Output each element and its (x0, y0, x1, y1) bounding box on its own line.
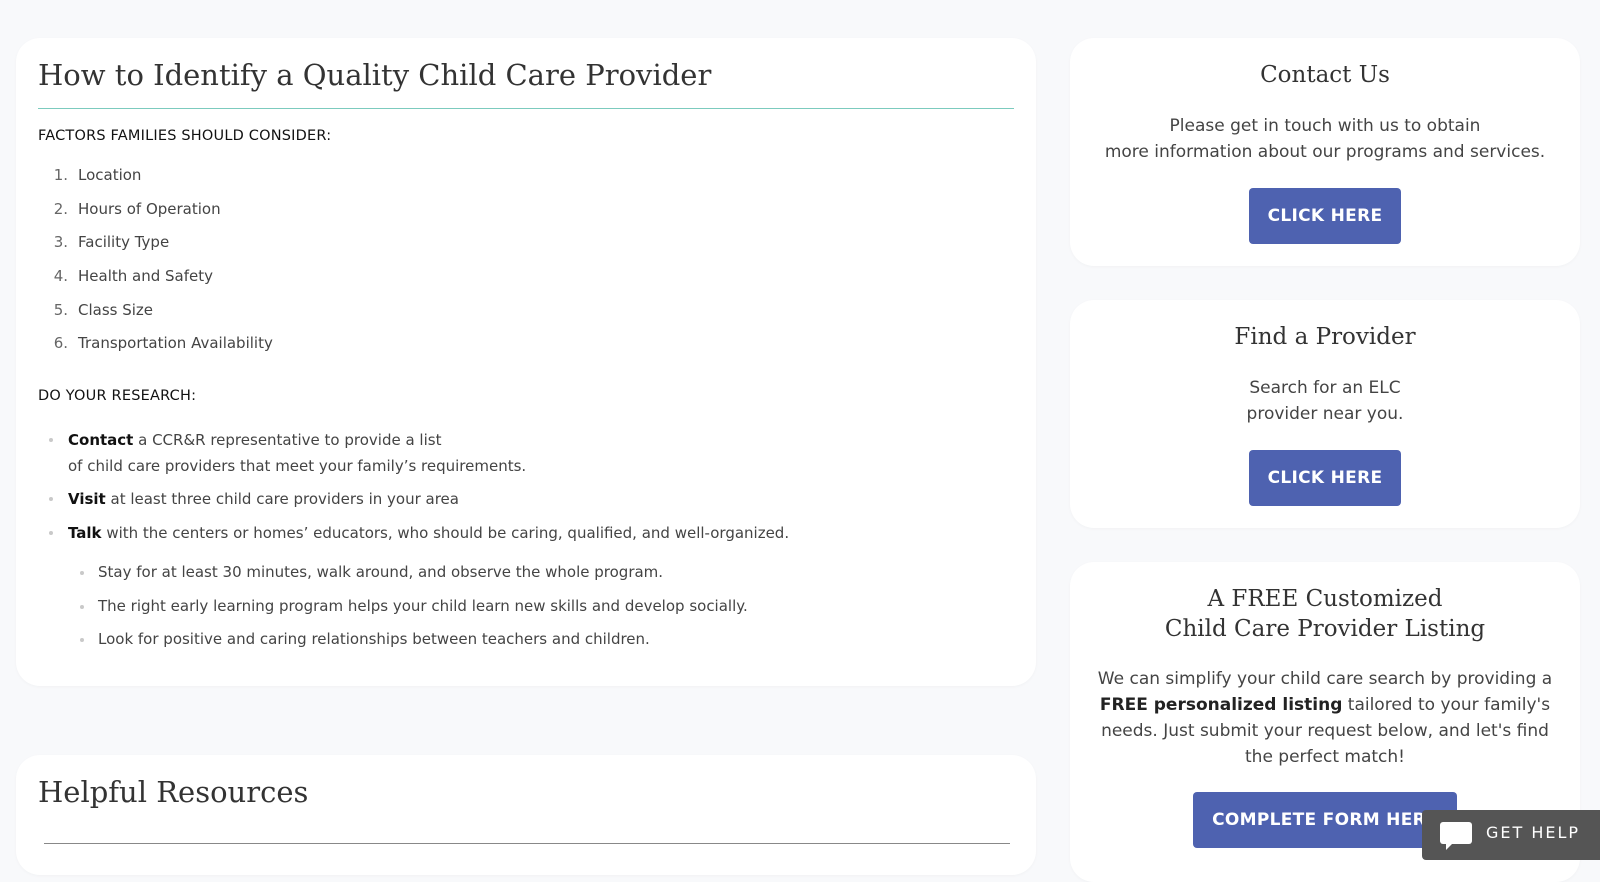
research-text: a CCR&R representative to provide a list (133, 431, 442, 449)
factor-label: Facility Type (78, 233, 170, 252)
list-item: Contact a CCR&R representative to provid… (38, 427, 526, 479)
list-item: 3. Facility Type (38, 233, 273, 267)
find-provider-button[interactable]: CLICK HERE (1248, 450, 1402, 506)
list-item: 4. Health and Safety (38, 267, 273, 301)
contact-text-line-2: more information about our programs and … (1104, 142, 1546, 162)
contact-title: Contact Us (1260, 62, 1390, 88)
list-item: 5. Class Size (38, 301, 273, 335)
find-provider-text-line-2: provider near you. (1246, 404, 1404, 424)
get-help-label: GET HELP (1486, 823, 1581, 842)
factor-label: Transportation Availability (78, 334, 273, 353)
research-text: at least three child care providers in y… (105, 490, 459, 508)
listing-text-part: We can simplify your child care search b… (1097, 669, 1553, 689)
list-number: 4. (53, 267, 68, 286)
list-number: 2. (53, 199, 68, 218)
resources-divider (44, 843, 1010, 844)
list-number: 1. (53, 166, 68, 184)
resources-card: Helpful Resources (16, 755, 1036, 875)
research-list: Contact a CCR&R representative to provid… (38, 427, 526, 479)
listing-title-line-2: Child Care Provider Listing (1164, 616, 1486, 642)
research-text: of child care providers that meet your f… (68, 457, 527, 475)
research-sublist: Stay for at least 30 minutes, walk aroun… (68, 563, 748, 664)
find-provider-title: Find a Provider (1234, 324, 1416, 350)
factor-label: Class Size (78, 300, 154, 319)
contact-text-line-1: Please get in touch with us to obtain (1169, 116, 1481, 136)
research-list: Visit at least three child care provider… (38, 486, 459, 512)
list-item: Look for positive and caring relationshi… (68, 630, 748, 664)
quality-provider-card: How to Identify a Quality Child Care Pro… (16, 38, 1036, 686)
factor-label: Location (78, 166, 142, 184)
resources-title: Helpful Resources (38, 775, 309, 809)
get-help-widget[interactable]: GET HELP (1422, 810, 1600, 860)
page-title: How to Identify a Quality Child Care Pro… (38, 58, 712, 92)
listing-text-bold: FREE personalized listing (1099, 695, 1343, 715)
chat-icon (1440, 822, 1472, 850)
research-verb: Visit (68, 490, 106, 508)
list-number: 6. (53, 334, 68, 353)
find-provider-card: Find a Provider Search for an ELC provid… (1070, 300, 1580, 528)
list-number: 3. (53, 233, 68, 252)
research-list: Talk with the centers or homes’ educator… (38, 520, 789, 546)
list-item: Visit at least three child care provider… (38, 486, 459, 512)
list-item: The right early learning program helps y… (68, 597, 748, 631)
contact-card: Contact Us Please get in touch with us t… (1070, 38, 1580, 266)
factors-list: 1. Location 2. Hours of Operation 3. Facili… (38, 166, 273, 368)
contact-button[interactable]: CLICK HERE (1248, 188, 1402, 244)
list-item: 2. Hours of Operation (38, 200, 273, 234)
listing-text: We can simplify your child care search b… (1094, 666, 1556, 770)
complete-form-button[interactable]: COMPLETE FORM HERE (1193, 792, 1457, 848)
list-item: Stay for at least 30 minutes, walk aroun… (68, 563, 748, 597)
find-provider-text-line-1: Search for an ELC (1249, 378, 1401, 398)
factor-label: Health and Safety (78, 267, 213, 286)
title-divider (38, 108, 1014, 109)
list-item: 1. Location (38, 166, 273, 200)
research-verb: Contact (68, 431, 134, 449)
research-verb: Talk (68, 524, 102, 542)
list-item: Talk with the centers or homes’ educator… (38, 520, 789, 546)
research-heading: DO YOUR RESEARCH: (38, 388, 197, 404)
research-text: with the centers or homes’ educators, wh… (101, 524, 790, 542)
factor-label: Hours of Operation (78, 199, 221, 218)
list-item: 6. Transportation Availability (38, 334, 273, 368)
list-number: 5. (53, 300, 68, 319)
factors-heading: FACTORS FAMILIES SHOULD CONSIDER: (38, 128, 332, 144)
listing-title-line-1: A FREE Customized (1207, 586, 1443, 612)
